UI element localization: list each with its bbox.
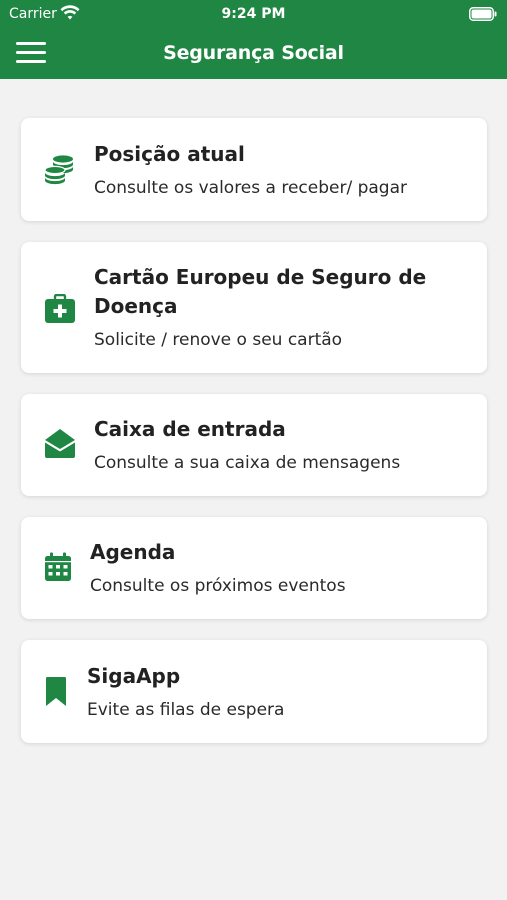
card-sigaapp[interactable]: SigaApp Evite as filas de espera xyxy=(21,640,487,743)
card-subtitle: Solicite / renove o seu cartão xyxy=(94,330,343,350)
card-subtitle: Evite as filas de espera xyxy=(87,700,285,720)
calendar-icon xyxy=(44,552,72,587)
card-posicao-atual[interactable]: Posição atual Consulte os valores a rece… xyxy=(21,118,487,221)
card-subtitle: Consulte os valores a receber/ pagar xyxy=(94,178,408,198)
card-title: SigaApp xyxy=(87,664,181,688)
card-caixa-entrada[interactable]: Caixa de entrada Consulte a sua caixa de… xyxy=(21,394,487,496)
card-agenda[interactable]: Agenda Consulte os próximos eventos xyxy=(21,517,487,619)
card-title: Caixa de entrada xyxy=(94,417,286,441)
page-title: Segurança Social xyxy=(163,42,344,64)
status-time: 9:24 PM xyxy=(221,6,286,22)
medical-kit-icon xyxy=(44,293,76,329)
envelope-open-icon xyxy=(44,427,76,464)
bookmark-icon xyxy=(44,676,68,713)
card-cartao-europeu[interactable]: Cartão Europeu de Seguro de Doença Solic… xyxy=(21,242,487,373)
status-bar: Carrier 9:24 PM xyxy=(0,0,507,28)
app-header: Segurança Social xyxy=(0,28,507,79)
card-subtitle: Consulte os próximos eventos xyxy=(90,576,346,596)
coins-icon xyxy=(44,154,76,191)
card-subtitle: Consulte a sua caixa de mensagens xyxy=(94,453,401,473)
card-title: Cartão Europeu de Seguro de Doença xyxy=(94,265,427,318)
battery-icon xyxy=(469,6,497,25)
card-title: Posição atual xyxy=(94,142,245,166)
card-title: Agenda xyxy=(90,540,176,564)
